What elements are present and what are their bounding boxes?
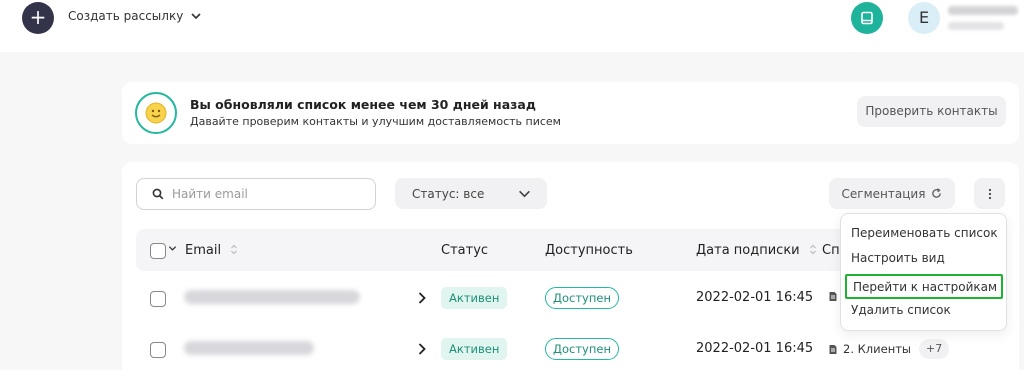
account-name-redacted — [948, 6, 1018, 15]
menu-item-configure-view[interactable]: Настроить вид — [851, 251, 945, 265]
column-header-availability: Доступность — [545, 243, 633, 258]
menu-item-delete-list[interactable]: Удалить список — [851, 303, 951, 317]
avatar[interactable]: E — [908, 2, 940, 34]
status-badge: Активен — [441, 338, 508, 360]
book-icon — [861, 11, 873, 25]
segmentation-button[interactable]: Сегментация — [829, 178, 955, 209]
notice-title: Вы обновляли список менее чем 30 дней на… — [190, 97, 536, 112]
account-id-redacted — [948, 22, 1004, 30]
more-vertical-icon — [988, 188, 991, 199]
search-icon — [152, 188, 164, 200]
search-input[interactable] — [172, 187, 362, 201]
availability-badge: Доступен — [545, 338, 619, 360]
document-icon — [829, 344, 837, 354]
row-checkbox[interactable] — [150, 291, 166, 307]
email-redacted — [184, 290, 360, 304]
more-options-button[interactable] — [974, 178, 1005, 209]
subscription-date: 2022-02-01 16:45 — [696, 341, 814, 356]
availability-badge: Доступен — [545, 287, 619, 309]
subscription-date: 2022-02-01 16:45 — [696, 290, 814, 305]
notice-subtitle: Давайте проверим контакты и улучшим дост… — [190, 115, 561, 128]
row-checkbox[interactable] — [150, 342, 166, 358]
status-badge: Активен — [441, 287, 508, 309]
refresh-icon — [932, 188, 942, 198]
table-row[interactable]: Активен Доступен 2022-02-01 16:45 2. Кли… — [136, 327, 1005, 370]
select-all-checkbox[interactable] — [150, 243, 166, 259]
menu-item-go-to-settings-label: Перейти к настройкам — [853, 279, 998, 294]
list-name: 2. Клиенты — [828, 342, 911, 356]
knowledge-base-button[interactable] — [851, 2, 883, 34]
column-header-date[interactable]: Дата подписки — [696, 243, 817, 258]
chevron-down-icon — [519, 190, 530, 198]
chevron-right-icon[interactable] — [417, 342, 427, 356]
document-icon — [829, 292, 837, 301]
more-lists-badge[interactable]: +7 — [919, 339, 950, 359]
column-header-status: Статус — [441, 243, 489, 258]
status-filter-label: Статус: все — [412, 186, 485, 201]
chevron-down-icon[interactable] — [168, 244, 177, 253]
create-mailing-dropdown[interactable]: Создать рассылку — [68, 9, 202, 23]
column-header-email[interactable]: Email — [185, 243, 238, 258]
add-button[interactable]: + — [22, 2, 54, 34]
plus-icon: + — [29, 5, 47, 29]
list-options-menu: Переименовать список Настроить вид Перей… — [840, 213, 1007, 331]
sort-icon — [809, 244, 816, 255]
create-mailing-label: Создать рассылку — [68, 9, 184, 23]
sort-icon — [231, 244, 238, 255]
smiley-icon — [135, 92, 177, 134]
chevron-right-icon[interactable] — [417, 291, 427, 305]
column-header-list: Сп — [822, 243, 840, 258]
top-bar: + Создать рассылку E — [0, 0, 1024, 52]
list-update-notice: Вы обновляли список менее чем 30 дней на… — [122, 82, 1019, 144]
chevron-down-icon — [191, 13, 201, 20]
email-redacted — [184, 341, 314, 355]
menu-item-rename-list[interactable]: Переименовать список — [851, 226, 998, 240]
check-contacts-button[interactable]: Проверить контакты — [857, 96, 1006, 127]
status-filter-select[interactable]: Статус: все — [395, 178, 547, 209]
segmentation-label: Сегментация — [841, 186, 926, 201]
search-box[interactable] — [136, 178, 376, 210]
menu-item-go-to-settings[interactable]: Перейти к настройкам — [845, 274, 1003, 299]
